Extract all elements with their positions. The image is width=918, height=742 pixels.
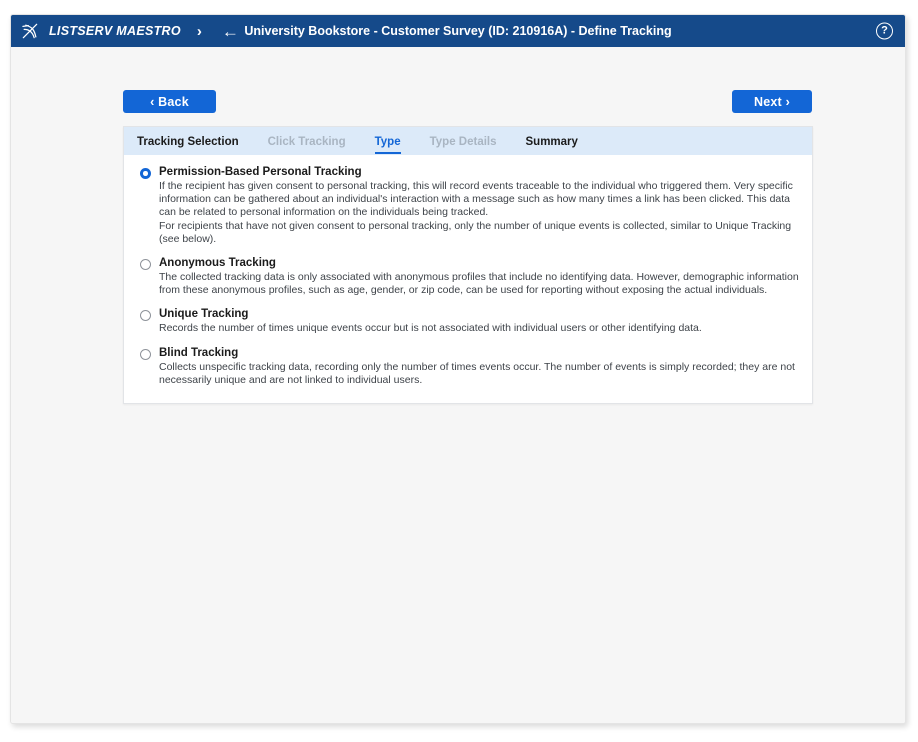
option-label: Permission-Based Personal Tracking <box>159 166 362 178</box>
title-bar: LISTSERV MAESTRO › ← University Bookstor… <box>11 15 905 47</box>
help-icon[interactable]: ? <box>876 22 893 40</box>
radio-permission-based-personal-tracking[interactable] <box>140 168 151 179</box>
option-description-paragraph: Records the number of times unique event… <box>159 322 702 335</box>
option-description-paragraph: Collects unspecific tracking data, recor… <box>159 360 795 386</box>
option-unique-tracking[interactable]: Unique Tracking Records the number of ti… <box>136 307 800 335</box>
option-description: The collected tracking data is only asso… <box>159 271 800 297</box>
tab-tracking-selection[interactable]: Tracking Selection <box>137 136 255 155</box>
tracking-panel: Tracking Selection Click Tracking Type T… <box>123 126 813 405</box>
maestro-logo-icon <box>22 23 38 39</box>
option-description: Records the number of times unique event… <box>159 322 800 335</box>
option-anonymous-tracking[interactable]: Anonymous Tracking The collected trackin… <box>136 256 800 297</box>
option-description: If the recipient has given consent to pe… <box>159 180 800 246</box>
option-description-paragraph: For recipients that have not given conse… <box>159 219 792 245</box>
option-blind-tracking[interactable]: Blind Tracking Collects unspecific track… <box>136 346 800 387</box>
option-label: Anonymous Tracking <box>159 257 276 270</box>
radio-anonymous-tracking[interactable] <box>140 259 151 271</box>
option-permission-based-personal-tracking[interactable]: Permission-Based Personal Tracking If th… <box>136 165 800 246</box>
app-body: ‹ Back Next › Tracking Selection Click T… <box>11 47 905 723</box>
option-text: Permission-Based Personal Tracking If th… <box>159 165 800 246</box>
option-description: Collects unspecific tracking data, recor… <box>159 361 800 387</box>
brand-area: LISTSERV MAESTRO <box>11 21 181 41</box>
back-button[interactable]: ‹ Back <box>123 90 216 113</box>
application-window: LISTSERV MAESTRO › ← University Bookstor… <box>10 14 906 724</box>
radio-blind-tracking[interactable] <box>140 348 151 360</box>
tab-click-tracking: Click Tracking <box>267 136 346 148</box>
tab-type[interactable]: Type <box>374 136 417 155</box>
next-button[interactable]: Next › <box>732 90 812 113</box>
tab-type-details: Type Details <box>429 136 497 148</box>
option-text: Anonymous Tracking The collected trackin… <box>159 256 800 297</box>
screen: LISTSERV MAESTRO › ← University Bookstor… <box>0 0 918 742</box>
forward-chevron-icon[interactable]: › <box>195 24 204 39</box>
back-arrow-icon[interactable]: ← <box>220 23 241 40</box>
option-label: Unique Tracking <box>159 308 249 321</box>
tracking-type-radio-group: Permission-Based Personal Tracking If th… <box>124 155 812 403</box>
brand-name: LISTSERV MAESTRO <box>49 24 181 38</box>
option-label: Blind Tracking <box>159 346 239 359</box>
tab-summary[interactable]: Summary <box>526 136 594 155</box>
radio-unique-tracking[interactable] <box>140 310 151 322</box>
wizard-tab-bar: Tracking Selection Click Tracking Type T… <box>124 127 812 155</box>
option-description-paragraph: If the recipient has given consent to pe… <box>159 180 793 219</box>
option-description-paragraph: The collected tracking data is only asso… <box>159 271 799 297</box>
option-text: Unique Tracking Records the number of ti… <box>159 307 800 335</box>
option-text: Blind Tracking Collects unspecific track… <box>159 346 800 387</box>
